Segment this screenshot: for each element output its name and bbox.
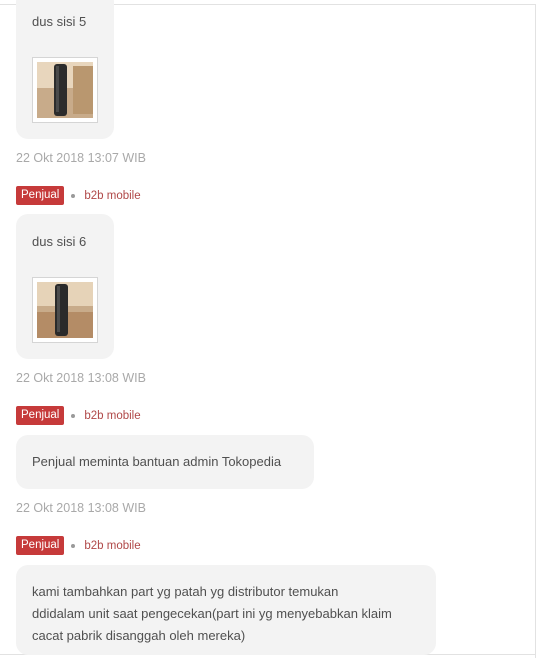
message-text: Penjual meminta bantuan admin Tokopedia [32, 454, 282, 469]
separator-dot [71, 543, 76, 548]
separator-dot [71, 193, 76, 198]
sender-name[interactable]: b2b mobile [84, 540, 140, 552]
role-badge: Penjual [16, 536, 65, 555]
role-badge: Penjual [16, 406, 65, 425]
sender-row: Penjual b2b mobile [16, 186, 141, 205]
sender-row: Penjual b2b mobile [16, 536, 141, 555]
message-text-line: kami tambahkan part yg patah yg distribu… [32, 584, 339, 599]
message-image-thumbnail[interactable] [32, 277, 98, 343]
message-timestamp: 22 Okt 2018 13:08 WIB [16, 371, 146, 385]
message-timestamp: 22 Okt 2018 13:07 WIB [16, 151, 146, 165]
role-badge: Penjual [16, 186, 65, 205]
message-timestamp: 22 Okt 2018 13:08 WIB [16, 501, 146, 515]
photo-icon [37, 62, 93, 118]
sender-name[interactable]: b2b mobile [84, 190, 140, 202]
separator-dot [71, 413, 76, 418]
message-text-line: ddidalam unit saat pengecekan(part ini y… [32, 606, 392, 621]
message-image-thumbnail[interactable] [32, 57, 98, 123]
sender-name[interactable]: b2b mobile [84, 410, 140, 422]
message-text-line: cacat pabrik disanggah oleh mereka) [32, 628, 246, 643]
photo-icon [37, 282, 93, 338]
message-text: dus sisi 5 [32, 14, 87, 29]
message-text: dus sisi 6 [32, 234, 87, 249]
sender-row: Penjual b2b mobile [16, 406, 141, 425]
